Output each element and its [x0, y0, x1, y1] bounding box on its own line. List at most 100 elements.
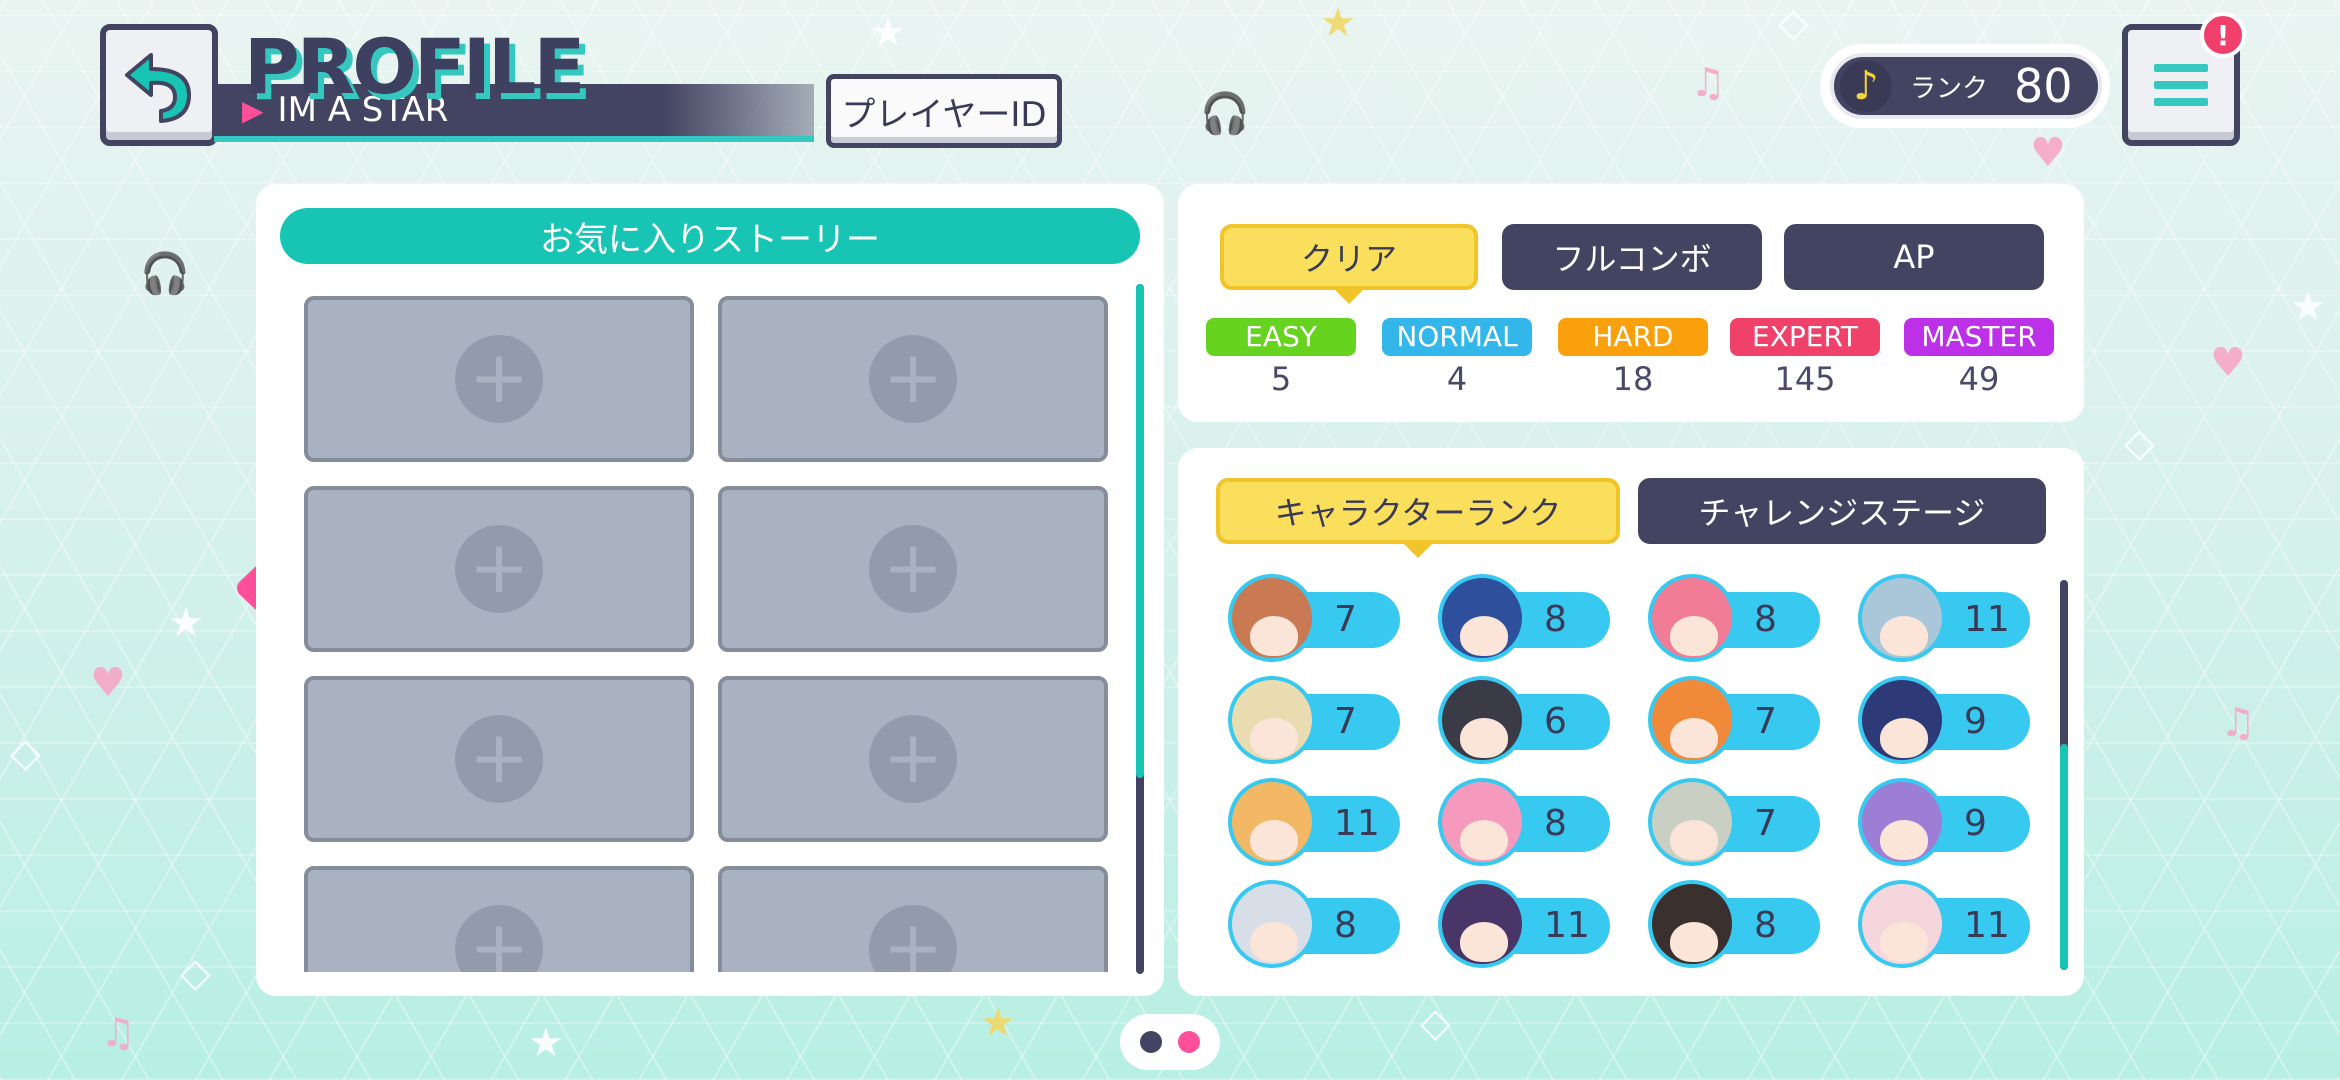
story-slot[interactable]: +	[718, 866, 1108, 972]
character-rank-item[interactable]: 7	[1648, 670, 1822, 764]
character-avatar	[1228, 574, 1316, 662]
headphones-icon: 🎧	[1200, 91, 1250, 137]
character-avatar	[1858, 676, 1946, 764]
favorite-stories-panel: お気に入りストーリー + + + + + + + +	[256, 184, 1164, 996]
plus-icon: +	[455, 905, 543, 972]
character-avatar	[1228, 778, 1316, 866]
character-avatar	[1438, 880, 1526, 968]
difficulty-expert: EXPERT 145	[1730, 318, 1880, 398]
hamburger-line	[2154, 81, 2208, 89]
character-rank-item[interactable]: 7	[1228, 568, 1402, 662]
star-icon: ★	[870, 10, 906, 56]
scrollbar-thumb[interactable]	[2060, 744, 2068, 970]
plus-icon: +	[869, 905, 957, 972]
hamburger-line	[2154, 98, 2208, 106]
player-rank: ♪ ランク 80	[1820, 44, 2110, 128]
diamond-icon: ◇	[10, 730, 41, 776]
character-rank-item[interactable]: 8	[1228, 874, 1402, 968]
character-avatar	[1648, 778, 1736, 866]
character-rank-item[interactable]: 8	[1648, 874, 1822, 968]
story-slot[interactable]: +	[718, 486, 1108, 652]
tab-challenge-stage-label: チャレンジステージ	[1698, 494, 1986, 532]
star-icon: ★	[528, 1020, 564, 1066]
difficulty-count: 18	[1612, 360, 1654, 398]
tab-clear[interactable]: クリア	[1220, 224, 1478, 304]
character-avatar	[1648, 880, 1736, 968]
page-dot[interactable]	[1140, 1031, 1162, 1053]
rank-value: 80	[2014, 59, 2073, 113]
difficulty-badge: NORMAL	[1382, 318, 1532, 356]
plus-icon: +	[869, 525, 957, 613]
star-icon: ★	[168, 600, 204, 646]
heart-icon: ♥	[90, 660, 126, 706]
back-button[interactable]	[100, 24, 218, 146]
difficulty-badge: EASY	[1206, 318, 1356, 356]
character-rank-item[interactable]: 11	[1858, 874, 2032, 968]
character-avatar	[1228, 880, 1316, 968]
character-rank-item[interactable]: 11	[1228, 772, 1402, 866]
character-rank-item[interactable]: 11	[1438, 874, 1612, 968]
character-rank-item[interactable]: 8	[1438, 568, 1612, 662]
character-rank-item[interactable]: 6	[1438, 670, 1612, 764]
character-rank-item[interactable]: 7	[1228, 670, 1402, 764]
tab-clear-label: クリア	[1300, 240, 1397, 278]
diamond-icon: ◇	[1420, 1000, 1451, 1046]
plus-icon: +	[455, 715, 543, 803]
story-slot[interactable]: +	[718, 296, 1108, 462]
clear-stats-panel: クリア フルコンボ AP EASY 5 NORMAL 4 HARD 18 EXP…	[1178, 184, 2084, 422]
story-slot-grid: + + + + + + + +	[304, 296, 1114, 972]
character-rank-item[interactable]: 7	[1648, 772, 1822, 866]
character-rank-item[interactable]: 9	[1858, 670, 2032, 764]
diamond-icon: ◇	[180, 950, 211, 996]
tab-pointer	[1333, 288, 1365, 304]
character-avatar	[1438, 676, 1526, 764]
story-slot[interactable]: +	[718, 676, 1108, 842]
difficulty-count: 4	[1446, 360, 1468, 398]
tab-character-rank-label: キャラクターランク	[1274, 494, 1562, 532]
player-id-button[interactable]: プレイヤーID	[826, 74, 1062, 148]
plus-icon: +	[455, 335, 543, 423]
tab-challenge-stage[interactable]: チャレンジステージ	[1638, 478, 2046, 544]
difficulty-count: 49	[1958, 360, 2000, 398]
story-slot[interactable]: +	[304, 866, 694, 972]
character-rank-item[interactable]: 11	[1858, 568, 2032, 662]
diamond-icon: ◇	[1778, 0, 1809, 46]
character-avatar	[1228, 676, 1316, 764]
star-badge-icon: ★	[1320, 0, 1356, 46]
character-rank-item[interactable]: 8	[1438, 772, 1612, 866]
back-arrow-icon	[125, 53, 191, 123]
page-title: PROFILE	[244, 22, 585, 111]
scrollbar-thumb[interactable]	[1136, 284, 1144, 778]
character-avatar	[1438, 574, 1526, 662]
rank-label: ランク	[1910, 73, 1989, 104]
difficulty-easy: EASY 5	[1206, 318, 1356, 398]
difficulty-master: MASTER 49	[1904, 318, 2054, 398]
story-slot[interactable]: +	[304, 486, 694, 652]
tab-all-perfect[interactable]: AP	[1784, 224, 2044, 290]
difficulty-badge: HARD	[1558, 318, 1708, 356]
character-avatar	[1858, 880, 1946, 968]
star-icon: ★	[2290, 284, 2326, 330]
character-avatar	[1858, 574, 1946, 662]
tab-all-perfect-label: AP	[1893, 238, 1935, 276]
tab-full-combo[interactable]: フルコンボ	[1502, 224, 1762, 290]
character-avatar	[1648, 574, 1736, 662]
difficulty-count: 5	[1270, 360, 1292, 398]
character-rank-item[interactable]: 8	[1648, 568, 1822, 662]
tab-character-rank[interactable]: キャラクターランク	[1216, 478, 1620, 558]
character-rank-scrollbar[interactable]	[2060, 580, 2068, 970]
headphones-icon: 🎧	[140, 251, 190, 297]
page-dot-active[interactable]	[1178, 1031, 1200, 1053]
difficulty-normal: NORMAL 4	[1382, 318, 1532, 398]
difficulty-hard: HARD 18	[1558, 318, 1708, 398]
character-rank-item[interactable]: 9	[1858, 772, 2032, 866]
stories-scrollbar[interactable]	[1136, 284, 1144, 974]
tab-full-combo-label: フルコンボ	[1552, 240, 1712, 278]
page-indicator	[1120, 1014, 1220, 1070]
music-note-icon: ♫	[2220, 700, 2256, 746]
star-badge-icon: ★	[980, 1000, 1016, 1046]
story-slot[interactable]: +	[304, 676, 694, 842]
difficulty-badge: MASTER	[1904, 318, 2054, 356]
story-slot[interactable]: +	[304, 296, 694, 462]
heart-icon: ♥	[2210, 340, 2246, 386]
